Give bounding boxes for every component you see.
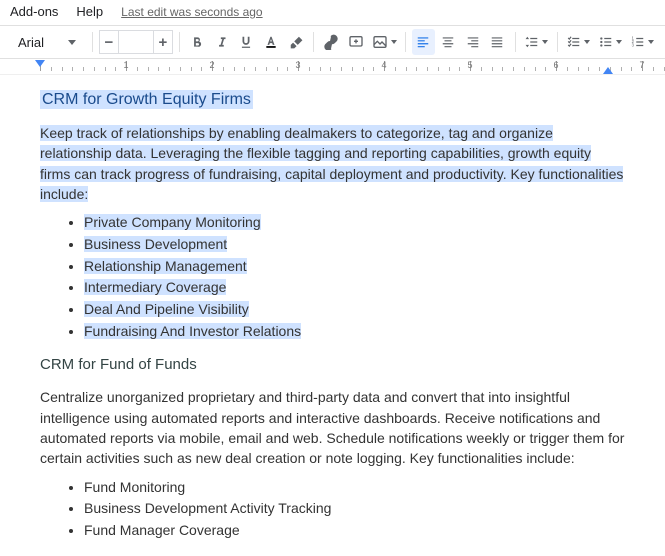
font-size-decrease-button[interactable]: − <box>99 30 119 54</box>
link-icon <box>323 34 339 50</box>
numbered-list-icon: 123 <box>631 35 645 49</box>
highlight-icon <box>289 35 303 49</box>
heading-section2: CRM for Fund of Funds <box>40 356 625 373</box>
bulleted-list-button[interactable] <box>596 29 626 55</box>
image-icon <box>372 34 388 50</box>
separator <box>179 32 180 52</box>
last-edit-link[interactable]: Last edit was seconds ago <box>121 5 262 19</box>
chevron-down-icon <box>542 40 548 44</box>
align-center-icon <box>441 35 455 49</box>
ruler[interactable]: 12345678 <box>0 59 665 75</box>
text-color-icon <box>264 35 278 49</box>
menu-addons[interactable]: Add-ons <box>10 4 58 19</box>
line-spacing-button[interactable] <box>521 29 551 55</box>
list-item: Business Development <box>84 234 625 256</box>
align-justify-icon <box>490 35 504 49</box>
comment-plus-icon <box>348 34 364 50</box>
align-right-icon <box>466 35 480 49</box>
heading-section1: CRM for Growth Equity Firms <box>40 91 625 109</box>
font-size-increase-button[interactable]: + <box>153 30 173 54</box>
underline-icon <box>239 35 253 49</box>
font-size-group: − + <box>99 30 173 54</box>
align-center-button[interactable] <box>437 29 460 55</box>
bold-icon <box>190 35 204 49</box>
bullet-list-icon <box>599 35 613 49</box>
menubar: Add-ons Help Last edit was seconds ago <box>0 0 665 25</box>
align-left-button[interactable] <box>412 29 435 55</box>
list-item: Intermediary Coverage <box>84 277 625 299</box>
align-left-icon <box>416 35 430 49</box>
italic-icon <box>215 35 229 49</box>
list-item: Fund Monitoring <box>84 477 625 499</box>
underline-button[interactable] <box>235 29 258 55</box>
list-item: Deal And Pipeline Visibility <box>84 299 625 321</box>
font-family-label: Arial <box>18 35 44 50</box>
chevron-down-icon <box>648 40 654 44</box>
chevron-down-icon <box>584 40 590 44</box>
separator <box>557 32 558 52</box>
line-spacing-icon <box>525 35 539 49</box>
checklist-icon <box>567 35 581 49</box>
chevron-down-icon <box>616 40 622 44</box>
font-family-select[interactable]: Arial <box>8 30 86 54</box>
svg-text:3: 3 <box>631 43 634 48</box>
document-page[interactable]: CRM for Growth Equity Firms Keep track o… <box>0 75 665 542</box>
insert-image-button[interactable] <box>369 29 399 55</box>
font-size-input[interactable] <box>119 30 153 54</box>
list-item: Private Company Monitoring <box>84 212 625 234</box>
align-justify-button[interactable] <box>486 29 509 55</box>
italic-button[interactable] <box>210 29 233 55</box>
list-item: Fundraising And Investor Relations <box>84 321 625 343</box>
chevron-down-icon <box>391 40 397 44</box>
numbered-list-button[interactable]: 123 <box>627 29 657 55</box>
paragraph-section1: Keep track of relationships by enabling … <box>40 123 625 204</box>
list-item: Fund Manager Coverage <box>84 520 625 542</box>
bold-button[interactable] <box>186 29 209 55</box>
checklist-button[interactable] <box>564 29 594 55</box>
chevron-down-icon <box>68 40 76 45</box>
separator <box>515 32 516 52</box>
insert-link-button[interactable] <box>320 29 343 55</box>
text-color-button[interactable] <box>260 29 283 55</box>
list-item: Relationship Management <box>84 256 625 278</box>
toolbar: Arial − + <box>0 25 665 59</box>
separator <box>405 32 406 52</box>
highlight-button[interactable] <box>284 29 307 55</box>
menu-help[interactable]: Help <box>76 4 103 19</box>
list-item: Business Development Activity Tracking <box>84 498 625 520</box>
bullet-list-section1: Private Company MonitoringBusiness Devel… <box>40 212 625 342</box>
insert-comment-button[interactable] <box>345 29 368 55</box>
separator <box>313 32 314 52</box>
separator <box>92 32 93 52</box>
align-right-button[interactable] <box>461 29 484 55</box>
paragraph-section2: Centralize unorganized proprietary and t… <box>40 387 625 468</box>
